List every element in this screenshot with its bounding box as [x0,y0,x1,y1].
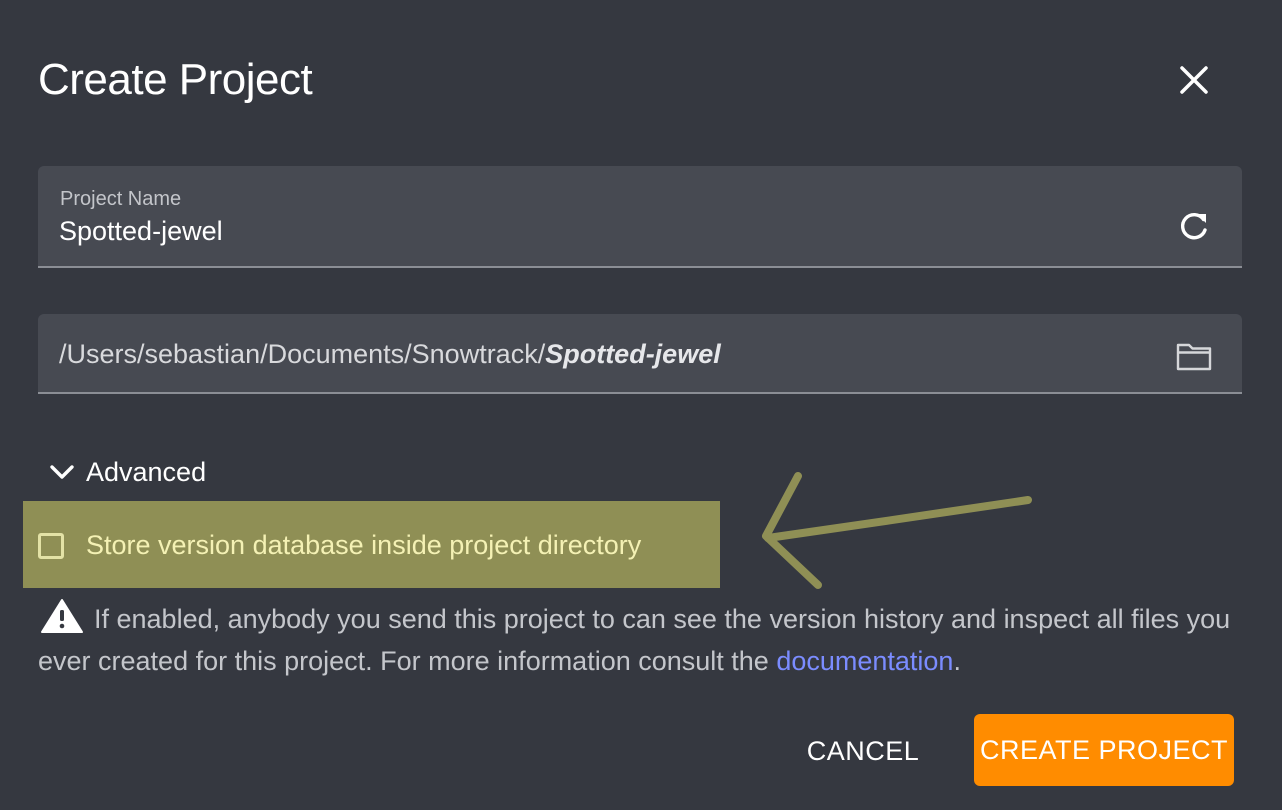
chevron-down-icon [50,465,74,479]
warning-text: If enabled, anybody you send this projec… [38,604,1231,676]
close-icon [1180,66,1208,94]
refresh-icon [1181,213,1207,240]
warning-icon [40,598,84,634]
documentation-link[interactable]: documentation [776,646,953,676]
store-db-checkbox[interactable] [38,532,64,559]
project-path-name: Spotted-jewel [545,339,721,369]
create-project-dialog: Create Project Project Name Spotted-jewe… [0,0,1282,810]
advanced-toggle[interactable]: Advanced [46,452,206,492]
cancel-button[interactable]: CANCEL [790,720,936,782]
browse-folder-button[interactable] [1174,336,1214,376]
advanced-label: Advanced [86,456,207,487]
annotation-arrow-icon [762,472,1032,589]
create-project-button[interactable]: CREATE PROJECT [974,714,1234,786]
project-path-prefix: /Users/sebastian/Documents/Snowtrack/ [59,339,546,369]
dialog-title: Create Project [38,55,313,104]
project-path-field[interactable]: /Users/sebastian/Documents/Snowtrack/Spo… [38,314,1242,394]
store-db-label: Store version database inside project di… [86,530,642,560]
project-name-input[interactable]: Spotted-jewel [59,216,223,247]
regenerate-name-button[interactable] [1174,206,1214,246]
project-name-label: Project Name [60,188,182,210]
warning-suffix: . [953,646,961,676]
close-button[interactable] [1170,56,1218,104]
folder-icon [1176,343,1212,371]
project-name-field[interactable]: Project Name Spotted-jewel [38,166,1242,268]
project-path-value[interactable]: /Users/sebastian/Documents/Snowtrack/Spo… [59,339,721,370]
warning-message: If enabled, anybody you send this projec… [38,598,1248,682]
store-db-option[interactable]: Store version database inside project di… [38,530,641,561]
